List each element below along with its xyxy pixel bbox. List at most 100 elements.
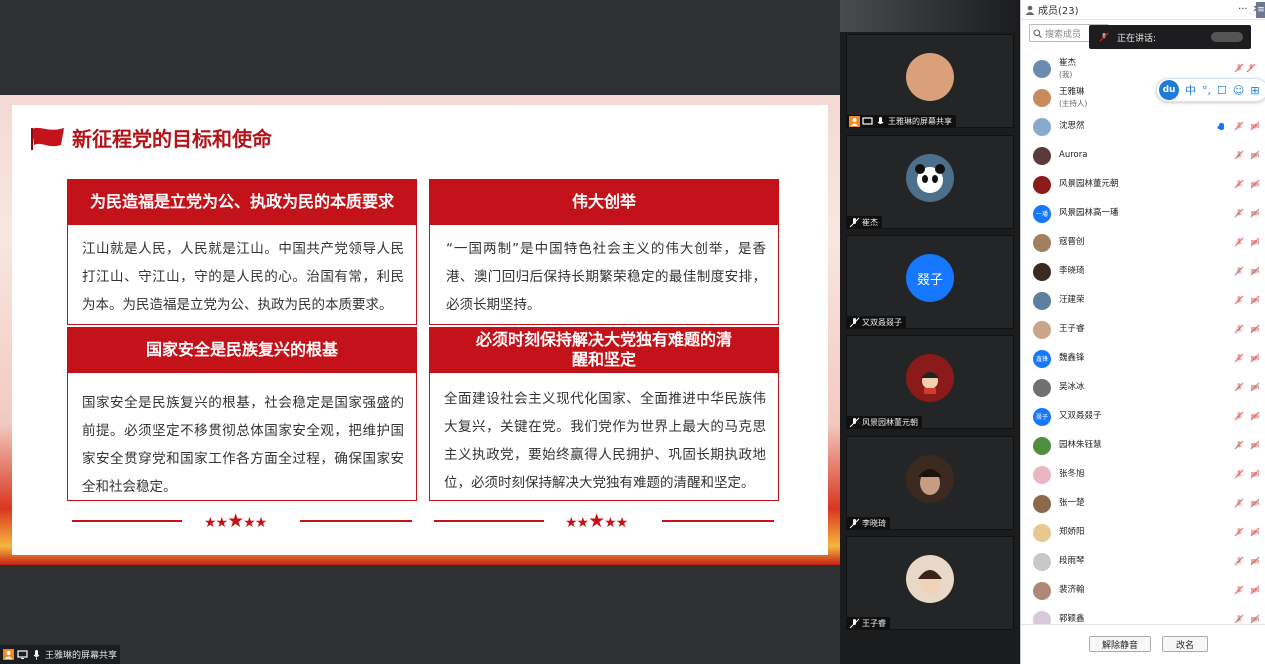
microphone-muted-icon[interactable]: [1234, 237, 1244, 247]
member-name-text: 郭颖鑫: [1059, 614, 1085, 624]
microphone-muted-icon: [849, 518, 860, 528]
video-tile[interactable]: 崔杰: [846, 135, 1014, 229]
microphone-muted-icon[interactable]: [1234, 382, 1244, 392]
ime-toolbox-icon[interactable]: ⊞: [1250, 84, 1259, 97]
member-name: 李晓琦: [1059, 266, 1085, 277]
camera-off-icon[interactable]: [1250, 324, 1260, 334]
ime-user-icon[interactable]: ☺: [1233, 84, 1244, 97]
member-row[interactable]: 沈思然: [1021, 112, 1265, 141]
member-row[interactable]: Aurora: [1021, 141, 1265, 170]
video-tile[interactable]: 王子睿: [846, 536, 1014, 630]
camera-off-icon[interactable]: [1250, 614, 1260, 624]
member-row[interactable]: 吴冰冰: [1021, 373, 1265, 402]
member-name-text: 张冬旭: [1059, 469, 1085, 479]
microphone-muted-icon[interactable]: [1234, 614, 1244, 624]
camera-off-icon[interactable]: [1250, 556, 1260, 566]
video-tile[interactable]: 李晓琦: [846, 436, 1014, 530]
microphone-muted-icon[interactable]: [1234, 295, 1244, 305]
rename-button[interactable]: 改名: [1162, 636, 1208, 652]
camera-off-icon[interactable]: [1250, 382, 1260, 392]
baidu-ime-logo-icon[interactable]: du: [1159, 80, 1179, 100]
member-name: 汪建荣: [1059, 295, 1085, 306]
member-row[interactable]: 郑娇阳: [1021, 518, 1265, 547]
camera-off-icon[interactable]: [1250, 411, 1260, 421]
camera-off-icon[interactable]: [1250, 295, 1260, 305]
video-tile-label: 又双叒叕子: [847, 316, 906, 328]
microphone-muted-icon[interactable]: [1234, 121, 1244, 131]
member-row[interactable]: 叕子 又双叒叕子: [1021, 402, 1265, 431]
video-tile[interactable]: 王雅琳的屏幕共享: [846, 34, 1014, 128]
camera-off-icon[interactable]: [1250, 150, 1260, 160]
camera-off-icon[interactable]: [1250, 585, 1260, 595]
camera-off-icon[interactable]: [1250, 179, 1260, 189]
more-options-icon[interactable]: ···: [1238, 4, 1248, 15]
microphone-muted-icon[interactable]: [1234, 556, 1244, 566]
avatar: [906, 555, 954, 603]
member-row[interactable]: 风景园林董元朝: [1021, 170, 1265, 199]
microphone-muted-icon[interactable]: [1234, 179, 1244, 189]
speaking-label: 正在讲话:: [1117, 33, 1157, 44]
member-row[interactable]: 鑫锋 魏鑫锋: [1021, 344, 1265, 373]
member-name-text: 风景园林高一璠: [1059, 208, 1119, 218]
video-tile[interactable]: 风景园林董元朝: [846, 335, 1014, 429]
screen-share-icon: [17, 650, 28, 659]
microphone-muted-icon[interactable]: [1234, 440, 1244, 450]
camera-off-icon[interactable]: [1250, 527, 1260, 537]
member-list: 崔杰 (我) 王雅琳 (主持人) 沈思然 Aurora 风景园林董元朝 一璠 风景园林高一璠 寇晋…: [1021, 54, 1265, 624]
video-tile[interactable]: 叕子 又双叒叕子: [846, 235, 1014, 329]
ime-punctuation-icon[interactable]: °,: [1202, 84, 1211, 97]
member-row[interactable]: 张冬旭: [1021, 460, 1265, 489]
camera-off-icon[interactable]: [1250, 266, 1260, 276]
avatar: [906, 53, 954, 101]
microphone-muted-icon[interactable]: [1234, 353, 1244, 363]
microphone-muted-icon[interactable]: [1234, 498, 1244, 508]
member-row[interactable]: 王子睿: [1021, 315, 1265, 344]
box-4-body: 全面建设社会主义现代化国家、全面推进中华民族伟大复兴，关键在党。我们党作为世界上…: [429, 373, 779, 501]
video-column-header: [840, 0, 1020, 32]
camera-off-icon[interactable]: [1250, 237, 1260, 247]
microphone-muted-icon[interactable]: [1234, 411, 1244, 421]
cartoon-avatar-icon: [921, 372, 939, 394]
member-row[interactable]: 汪建荣: [1021, 286, 1265, 315]
camera-off-icon[interactable]: [1250, 208, 1260, 218]
microphone-muted-icon[interactable]: [1234, 469, 1244, 479]
ime-chinese-mode[interactable]: 中: [1185, 82, 1196, 98]
box-3-body: 国家安全是民族复兴的根基，社会稳定是国家强盛的前提。必须坚定不移贯彻总体国家安全…: [67, 373, 417, 501]
member-row[interactable]: 一璠 风景园林高一璠: [1021, 199, 1265, 228]
member-row[interactable]: 段雨琴: [1021, 547, 1265, 576]
avatar: [1033, 59, 1051, 78]
camera-off-icon[interactable]: [1250, 121, 1260, 131]
video-tile-label: 王子睿: [847, 617, 890, 629]
microphone-muted-icon[interactable]: [1246, 63, 1256, 73]
microphone-muted-icon[interactable]: [1234, 63, 1244, 73]
microphone-icon: [33, 650, 40, 660]
camera-off-icon[interactable]: [1250, 498, 1260, 508]
microphone-muted-icon[interactable]: [1234, 585, 1244, 595]
member-row[interactable]: 李晓琦: [1021, 257, 1265, 286]
unmute-all-button[interactable]: 解除静音: [1089, 636, 1151, 652]
menu-icon[interactable]: ≡: [1256, 2, 1265, 18]
microphone-muted-icon[interactable]: [1234, 324, 1244, 334]
microphone-muted-icon[interactable]: [1234, 208, 1244, 218]
member-row[interactable]: 郭颖鑫: [1021, 605, 1265, 624]
face-avatar-icon: [918, 469, 942, 495]
member-row[interactable]: 园林朱钰慧: [1021, 431, 1265, 460]
microphone-muted-icon[interactable]: [1234, 527, 1244, 537]
user-icon: [849, 115, 860, 127]
camera-off-icon[interactable]: [1250, 440, 1260, 450]
member-row[interactable]: 张一楚: [1021, 489, 1265, 518]
member-row[interactable]: 寇晋创: [1021, 228, 1265, 257]
camera-off-icon[interactable]: [1250, 353, 1260, 363]
ime-toolbar[interactable]: du 中 °, ☐ ☺ ⊞: [1156, 78, 1265, 102]
microphone-muted-icon[interactable]: [1234, 150, 1244, 160]
member-name-text: Aurora: [1059, 150, 1088, 160]
member-row[interactable]: 裴济翰: [1021, 576, 1265, 605]
slide-title: 新征程党的目标和使命: [72, 127, 272, 151]
camera-off-icon[interactable]: [1250, 469, 1260, 479]
member-name-text: 寇晋创: [1059, 237, 1085, 247]
member-name-text: 郑娇阳: [1059, 527, 1085, 537]
microphone-muted-icon[interactable]: [1234, 266, 1244, 276]
divider-line: [300, 520, 412, 522]
avatar: [1033, 146, 1051, 165]
ime-keyboard-icon[interactable]: ☐: [1217, 84, 1227, 97]
